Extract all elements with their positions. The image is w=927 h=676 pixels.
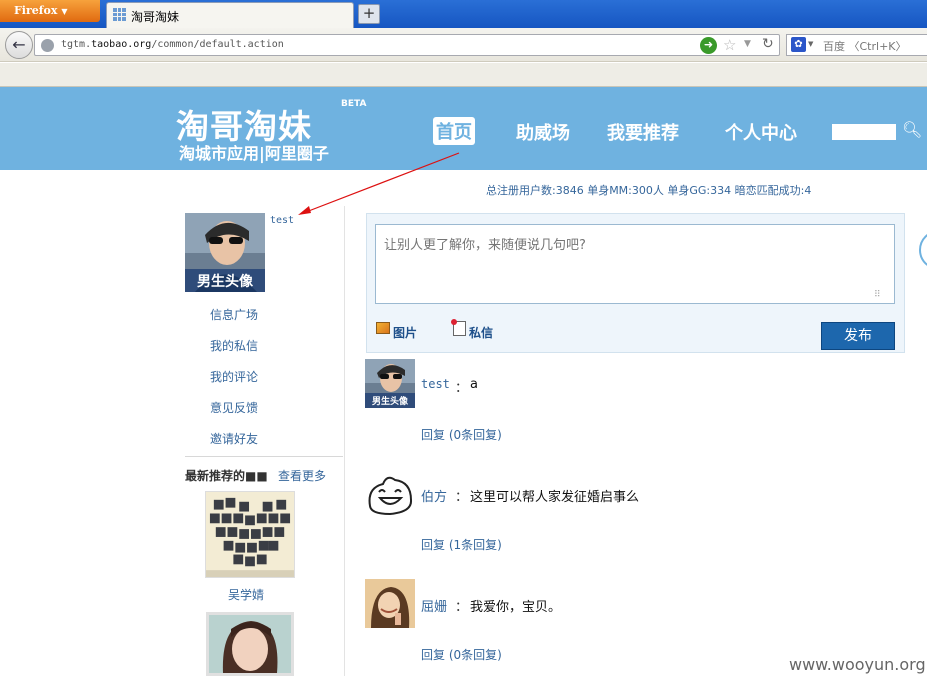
feed-author[interactable]: test bbox=[421, 377, 450, 391]
bookmarks-toolbar bbox=[0, 63, 927, 87]
feed-colon: ： bbox=[455, 490, 469, 505]
feed-reply-link[interactable]: 回复 (0条回复) bbox=[421, 426, 502, 443]
menu-invite-friends[interactable]: 邀请好友 bbox=[210, 430, 258, 447]
recommend-photo[interactable] bbox=[205, 491, 295, 578]
feed-avatar-photo[interactable] bbox=[365, 579, 415, 628]
history-dropdown-icon[interactable]: ▼ bbox=[744, 39, 751, 49]
go-arrow-icon[interactable]: ➜ bbox=[700, 37, 717, 54]
baidu-paw-icon: ✿ bbox=[791, 37, 806, 52]
arrow-left-icon: ← bbox=[12, 35, 26, 54]
browser-search-bar[interactable]: ✿ ▼ 百度 〈Ctrl+K〉 bbox=[786, 34, 927, 56]
favicon-icon bbox=[113, 8, 126, 21]
search-placeholder: 百度 〈Ctrl+K〉 bbox=[823, 40, 907, 53]
new-tab-button[interactable]: + bbox=[358, 4, 380, 24]
menu-my-comments[interactable]: 我的评论 bbox=[210, 368, 258, 385]
tab-title: 淘哥淘妹 bbox=[131, 10, 180, 24]
nav-home[interactable]: 首页 bbox=[433, 117, 475, 145]
user-avatar[interactable]: 男生头像 bbox=[185, 213, 265, 292]
sidebar-divider bbox=[185, 456, 343, 457]
feed-text: a bbox=[470, 377, 478, 392]
feed-avatar-smiley[interactable] bbox=[365, 470, 415, 519]
site-search-input[interactable] bbox=[832, 124, 896, 140]
picture-icon[interactable] bbox=[376, 322, 390, 334]
svg-text:男生头像: 男生头像 bbox=[372, 395, 409, 407]
search-icon[interactable]: 🔍︎ bbox=[902, 120, 922, 139]
svg-text:男生头像: 男生头像 bbox=[197, 273, 254, 290]
site-tagline: 淘城市应用|阿里圈子 bbox=[179, 144, 329, 163]
menu-my-messages[interactable]: 我的私信 bbox=[210, 337, 258, 354]
feed-text: 这里可以帮人家发征婚启事么 bbox=[470, 490, 640, 505]
column-divider bbox=[344, 206, 345, 676]
feed-colon: ： bbox=[455, 381, 469, 396]
nav-profile[interactable]: 个人中心 bbox=[725, 119, 797, 145]
feed-avatar[interactable]: 男生头像 bbox=[365, 359, 415, 408]
globe-icon bbox=[41, 39, 54, 52]
private-message-icon[interactable] bbox=[451, 319, 466, 336]
reload-icon[interactable]: ↻ bbox=[762, 36, 774, 52]
browser-tab[interactable]: 淘哥淘妹 bbox=[106, 2, 354, 28]
recommend-title: 最新推荐的■■ bbox=[185, 469, 268, 483]
bookmark-star-icon[interactable]: ☆ bbox=[723, 36, 736, 54]
feed-reply-link[interactable]: 回复 (0条回复) bbox=[421, 646, 502, 663]
firefox-menu-label: Firefox bbox=[14, 4, 58, 17]
partial-ring-decoration bbox=[919, 230, 927, 270]
feed-author[interactable]: 屈姗 bbox=[421, 596, 447, 615]
feed-reply-link[interactable]: 回复 (1条回复) bbox=[421, 536, 502, 553]
picture-link[interactable]: 图片 bbox=[393, 324, 417, 341]
site-stats: 总注册用户数:3846 单身MM:300人 单身GG:334 暗恋匹配成功:4 bbox=[486, 184, 812, 197]
nav-recommend[interactable]: 我要推荐 bbox=[607, 119, 679, 145]
feed-text: 我爱你，宝贝。 bbox=[470, 600, 562, 615]
publish-button[interactable]: 发布 bbox=[821, 322, 895, 350]
recommend-more-link[interactable]: 查看更多 bbox=[278, 467, 326, 484]
nav-cheer[interactable]: 助威场 bbox=[516, 119, 570, 145]
chevron-down-icon: ▼ bbox=[61, 6, 68, 16]
engine-dropdown-icon[interactable]: ▼ bbox=[808, 40, 813, 48]
status-textarea[interactable] bbox=[375, 224, 895, 304]
url-text: tgtm.taobao.org/common/default.action bbox=[61, 39, 284, 50]
recommend-photo-2[interactable] bbox=[206, 612, 294, 676]
user-name-link[interactable]: test bbox=[270, 215, 294, 226]
private-message-link[interactable]: 私信 bbox=[469, 324, 493, 341]
firefox-menu-button[interactable]: Firefox ▼ bbox=[0, 0, 100, 22]
menu-info-square[interactable]: 信息广场 bbox=[210, 306, 258, 323]
url-bar[interactable]: tgtm.taobao.org/common/default.action ➜ … bbox=[34, 34, 780, 56]
menu-feedback[interactable]: 意见反馈 bbox=[210, 399, 258, 416]
beta-badge: BETA bbox=[341, 99, 367, 109]
back-button[interactable]: ← bbox=[5, 31, 33, 59]
resize-grip-icon[interactable]: ⠿ bbox=[874, 290, 881, 300]
watermark: www.wooyun.org bbox=[789, 655, 926, 674]
recommend-name[interactable]: 吴学婧 bbox=[228, 586, 264, 603]
feed-author[interactable]: 伯方 bbox=[421, 486, 447, 505]
feed-colon: ： bbox=[455, 600, 469, 615]
